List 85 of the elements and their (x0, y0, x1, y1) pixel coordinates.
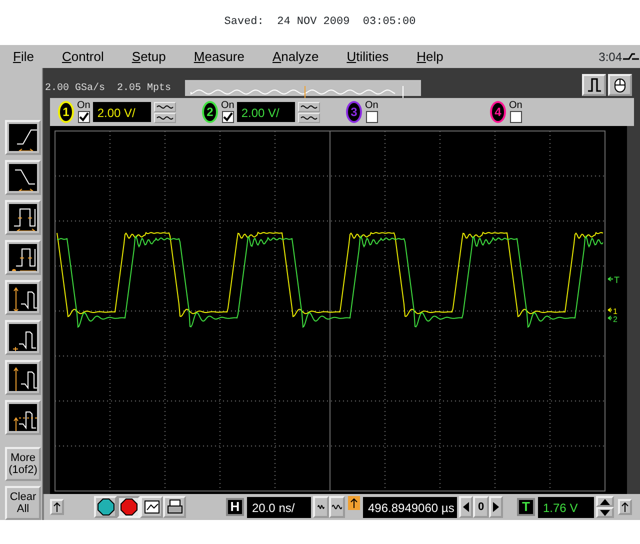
measurement-button[interactable] (5, 360, 41, 395)
sidebar-button[interactable]: More (1of2) (5, 446, 41, 481)
measurement-button[interactable] (5, 200, 41, 235)
trigger-marker: T (614, 275, 620, 285)
dc-coupling-button[interactable] (298, 112, 320, 122)
measurement-button[interactable] (5, 400, 41, 435)
channel-number[interactable]: 1 (58, 101, 74, 123)
waveform-mode-button[interactable] (582, 74, 606, 96)
wave-icon (155, 102, 176, 110)
sample-rate: 2.00 GSa/s (45, 82, 106, 96)
octagon-icon (120, 498, 138, 516)
menu-item[interactable]: Analyze (271, 46, 320, 66)
up-triangle-icon (600, 498, 610, 504)
dc-coupling-button[interactable] (154, 112, 176, 122)
wave-icon (299, 114, 320, 122)
saved-timestamp: Saved: 24 NOV 2009 03:05:00 (224, 15, 416, 30)
down-triangle-icon (600, 510, 610, 516)
on-label: On (221, 101, 234, 111)
level-up-button[interactable] (596, 496, 614, 507)
cable-icon (622, 50, 640, 62)
marker-button[interactable] (618, 499, 632, 515)
level-down-button[interactable] (596, 507, 614, 518)
pulse-width-icon (9, 204, 37, 231)
menu-item[interactable]: Setup (130, 46, 167, 66)
scale-field[interactable]: 2.00 V/ (237, 102, 296, 122)
mouse-icon (614, 77, 626, 93)
channel-checkbox[interactable] (366, 111, 378, 123)
measurement-button[interactable] (5, 160, 41, 195)
menu-item[interactable]: Measure (192, 46, 246, 66)
trigger-label: T (517, 498, 535, 516)
menu-item[interactable]: File (12, 46, 35, 66)
measurement-button[interactable] (5, 120, 41, 155)
printer-icon (166, 498, 184, 516)
right-arrow-icon (493, 502, 499, 512)
sidebar-button[interactable]: Clear All (5, 486, 41, 520)
zoom-in-button[interactable] (313, 496, 329, 518)
delay-zero-button[interactable]: 0 (473, 496, 489, 518)
quick-action-button[interactable] (140, 496, 163, 518)
square-wave-icon (586, 77, 602, 93)
check-icon (78, 112, 89, 122)
wave-icon (299, 102, 320, 110)
on-label: On (365, 101, 378, 111)
left-arrow-icon (463, 502, 469, 512)
scale-field[interactable]: 2.00 V/ (93, 102, 152, 122)
channel-checkbox[interactable] (222, 111, 234, 123)
measurement-button[interactable] (5, 240, 41, 275)
memory-depth: 2.05 Mpts (117, 82, 172, 96)
channel-number[interactable]: 3 (346, 101, 362, 123)
clock-time: 3:04 (598, 48, 622, 66)
check-icon (222, 112, 233, 122)
ac-coupling-button[interactable] (154, 102, 176, 112)
channel-checkbox[interactable] (78, 111, 90, 123)
zoom-out-button[interactable] (329, 496, 345, 518)
mouse-mode-button[interactable] (608, 74, 632, 96)
marker-button[interactable] (50, 499, 64, 515)
delay-field[interactable]: 496.8949060 µs (363, 496, 457, 518)
stop-button[interactable] (117, 496, 140, 518)
trigger-level-field[interactable]: 1.76 V (538, 496, 594, 518)
ac-coupling-button[interactable] (298, 102, 320, 112)
on-label: On (77, 101, 90, 111)
run-button[interactable] (94, 496, 117, 518)
ground-marker: 2 (613, 315, 618, 324)
delay-left-button[interactable] (459, 496, 473, 518)
wave-icon (155, 114, 176, 122)
ground-marker: 1 (613, 307, 618, 316)
channel-number[interactable]: 2 (202, 101, 218, 123)
timebase-field[interactable]: 20.0 ns/ (247, 496, 311, 518)
delay-right-button[interactable] (489, 496, 503, 518)
menu-item[interactable]: Utilities (346, 46, 390, 66)
up-arrow-icon (53, 502, 61, 512)
menu-item[interactable]: Control (60, 46, 105, 66)
menu-item[interactable]: Help (416, 46, 444, 66)
rising-edge-icon (9, 124, 37, 151)
print-button[interactable] (163, 496, 186, 518)
measurement-button[interactable] (5, 280, 41, 315)
trigger-marker-arrow-icon (608, 276, 614, 282)
channel-checkbox[interactable] (510, 111, 522, 123)
octagon-icon (96, 498, 114, 516)
measurement-button[interactable] (5, 320, 41, 355)
on-label: On (509, 101, 522, 111)
channel-number[interactable]: 4 (490, 101, 506, 123)
screen-icon (142, 498, 160, 516)
up-arrow-icon (621, 502, 629, 512)
horizontal-label: H (226, 498, 244, 516)
falling-edge-icon (9, 164, 37, 191)
